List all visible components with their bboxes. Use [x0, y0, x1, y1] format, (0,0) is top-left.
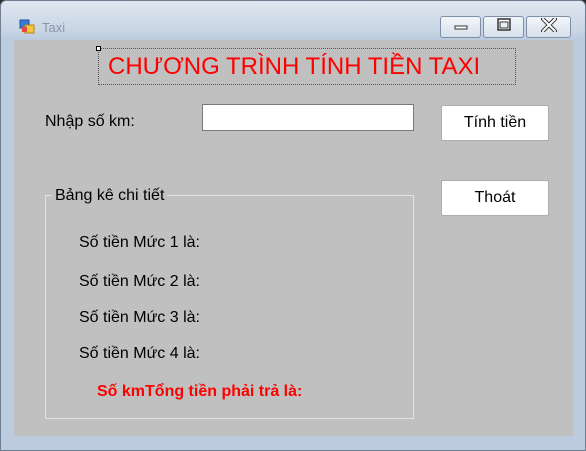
window-title: Taxi	[42, 20, 66, 35]
form-client-area: CHƯƠNG TRÌNH TÍNH TIỀN TAXI Nhập số km: …	[14, 40, 573, 436]
close-icon	[540, 16, 558, 37]
level2-label: Số tiền Mức 2 là:	[79, 273, 200, 290]
close-button[interactable]	[526, 16, 571, 38]
total-label: Số kmTổng tiền phải trả là:	[97, 383, 303, 400]
windows-form-icon	[19, 18, 36, 35]
maximize-button[interactable]	[483, 16, 524, 38]
exit-button[interactable]: Thoát	[441, 180, 549, 216]
level4-label: Số tiền Mức 4 là:	[79, 345, 200, 362]
minimize-icon	[453, 18, 469, 36]
title-bar[interactable]: Taxi	[1, 1, 585, 39]
km-input[interactable]	[202, 104, 414, 131]
maximize-icon	[496, 17, 512, 37]
program-heading: CHƯƠNG TRÌNH TÍNH TIỀN TAXI	[108, 53, 481, 80]
km-label: Nhập số km:	[45, 113, 135, 130]
selection-handle[interactable]	[96, 46, 101, 51]
level1-label: Số tiền Mức 1 là:	[79, 234, 200, 251]
calculate-button[interactable]: Tính tiền	[441, 105, 549, 141]
detail-group-title: Bảng kê chi tiết	[52, 187, 168, 205]
level3-label: Số tiền Mức 3 là:	[79, 309, 200, 326]
minimize-button[interactable]	[440, 16, 481, 38]
app-window: Taxi CHƯƠNG TRÌNH TÍNH TIỀN TAXI Nhập số…	[0, 0, 586, 451]
